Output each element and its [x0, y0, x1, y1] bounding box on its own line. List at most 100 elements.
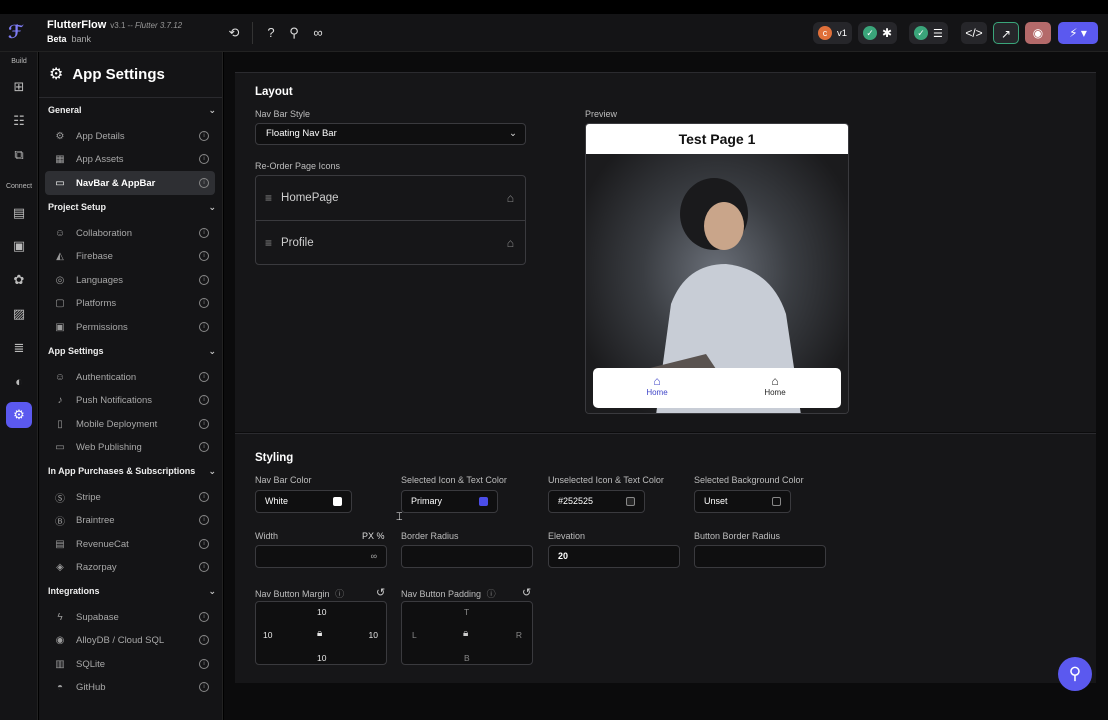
info-icon[interactable]: i	[199, 442, 209, 452]
preview-nav-home-selected[interactable]: ⌂ Home	[627, 374, 687, 397]
preview-nav-home[interactable]: ⌂ Home	[745, 374, 805, 397]
reorder-item-profile[interactable]: ≡ Profile ⌂	[256, 220, 525, 264]
media-assets-icon[interactable]: ▨	[9, 304, 29, 324]
info-icon[interactable]: i	[199, 298, 209, 308]
info-icon[interactable]: i	[199, 612, 209, 622]
reset-icon[interactable]: ↺	[376, 586, 385, 599]
info-icon[interactable]: i	[199, 682, 209, 692]
section-integrations[interactable]: Integrations ⌄	[48, 586, 216, 597]
nav-button-padding-box[interactable]: T L 🔒︎ R B	[401, 601, 533, 665]
drag-handle-icon[interactable]: ≡	[265, 236, 272, 250]
elevation-input[interactable]: 20	[548, 545, 680, 568]
info-icon[interactable]: i	[199, 419, 209, 429]
code-icon[interactable]: </>	[961, 22, 987, 44]
api-calls-icon[interactable]: ▣	[9, 236, 29, 256]
sidebar-item-web-publishing[interactable]: ▭ Web Publishing i	[45, 435, 215, 459]
project-name[interactable]: bank	[72, 34, 92, 44]
info-icon[interactable]: i	[199, 372, 209, 382]
info-icon[interactable]: i	[199, 178, 209, 188]
version-history-icon[interactable]: ⟲	[225, 24, 243, 42]
info-icon[interactable]: i	[199, 562, 209, 572]
width-input[interactable]: ∞	[255, 545, 387, 568]
run-dropdown-button[interactable]: ⚡ ▾	[1058, 22, 1098, 44]
selected-bg-color-picker[interactable]: Unset	[694, 490, 791, 513]
info-icon[interactable]: i	[199, 515, 209, 525]
nav-bar-color-picker[interactable]: White	[255, 490, 352, 513]
unselected-icon-color-picker[interactable]: #252525	[548, 490, 645, 513]
integrations-icon[interactable]: ✿	[9, 270, 29, 290]
info-icon[interactable]: i	[199, 659, 209, 669]
sidebar-item-app-assets[interactable]: ▦ App Assets i	[45, 147, 215, 171]
margin-right[interactable]: 10	[369, 630, 378, 640]
sidebar-item-app-details[interactable]: ⚙ App Details i	[45, 124, 215, 148]
sidebar-item-sqlite[interactable]: ▥ SQLite i	[45, 652, 215, 676]
nav-button-margin-box[interactable]: 10 10 🔒︎ 10 10	[255, 601, 387, 665]
storyboard-icon[interactable]: ⧉	[9, 145, 29, 165]
info-icon[interactable]: i	[199, 251, 209, 261]
custom-code-icon[interactable]: ≣	[9, 338, 29, 358]
add-page-icon[interactable]: ⊞	[9, 77, 29, 97]
info-icon[interactable]: ⓘ	[335, 589, 344, 599]
info-icon[interactable]: i	[199, 228, 209, 238]
sidebar-item-braintree[interactable]: Ⓑ Braintree i	[45, 508, 215, 532]
preview-eye-icon[interactable]: ◉	[1025, 22, 1051, 44]
sidebar-item-firebase[interactable]: ◭ Firebase i	[45, 244, 215, 268]
sidebar-item-collaboration[interactable]: ☺ Collaboration i	[45, 221, 215, 245]
padding-left[interactable]: L	[412, 630, 417, 640]
info-icon[interactable]: i	[199, 492, 209, 502]
sidebar-item-github[interactable]: ◓ GitHub i	[45, 675, 215, 699]
sidebar-item-mobile-deployment[interactable]: ▯ Mobile Deployment i	[45, 412, 215, 436]
sidebar-item-stripe[interactable]: Ⓢ Stripe i	[45, 485, 215, 509]
width-unit-toggle[interactable]: PX %	[362, 531, 385, 541]
sidebar-item-authentication[interactable]: ☺ Authentication i	[45, 365, 215, 389]
padding-top[interactable]: T	[464, 607, 469, 617]
search-icon[interactable]: ⚲	[285, 24, 303, 42]
info-icon[interactable]: i	[199, 322, 209, 332]
info-icon[interactable]: i	[199, 539, 209, 549]
selected-icon-color-picker[interactable]: Primary	[401, 490, 498, 513]
padding-right[interactable]: R	[516, 630, 522, 640]
info-icon[interactable]: i	[199, 395, 209, 405]
info-icon[interactable]: i	[199, 275, 209, 285]
section-general[interactable]: General ⌄	[48, 105, 216, 116]
lock-icon[interactable]: 🔒︎	[317, 628, 322, 639]
firestore-icon[interactable]: ▤	[9, 203, 29, 223]
section-in-app-purchases[interactable]: In App Purchases & Subscriptions ⌄	[48, 466, 216, 477]
info-icon[interactable]: i	[199, 635, 209, 645]
sidebar-item-push-notifications[interactable]: ♪ Push Notifications i	[45, 388, 215, 412]
debug-pill[interactable]: ✓ ✱	[858, 22, 898, 44]
version-pill[interactable]: c v1	[813, 22, 853, 44]
section-project-setup[interactable]: Project Setup ⌄	[48, 202, 216, 213]
sidebar-item-revenuecat[interactable]: ▤ RevenueCat i	[45, 532, 215, 556]
nav-bar-style-select[interactable]: Floating Nav Bar ⌄	[255, 123, 526, 145]
info-icon[interactable]: i	[199, 154, 209, 164]
settings-gear-icon[interactable]: ⚙	[6, 402, 32, 428]
theme-icon[interactable]: ◐	[9, 372, 29, 392]
sidebar-item-platforms[interactable]: ▢ Platforms i	[45, 291, 215, 315]
button-border-radius-input[interactable]	[694, 545, 826, 568]
sidebar-item-navbar-appbar[interactable]: ▭ NavBar & AppBar i	[45, 171, 215, 195]
info-icon[interactable]: i	[199, 131, 209, 141]
reset-icon[interactable]: ↺	[522, 586, 531, 599]
margin-left[interactable]: 10	[263, 630, 272, 640]
sidebar-item-razorpay[interactable]: ◈ Razorpay i	[45, 555, 215, 579]
margin-top[interactable]: 10	[317, 607, 326, 617]
flutterflow-logo-icon[interactable]: ℱ	[8, 22, 30, 44]
comments-pill[interactable]: ✓ ☰	[909, 22, 948, 44]
link-icon[interactable]: ∞	[309, 24, 327, 42]
reorder-item-homepage[interactable]: ≡ HomePage ⌂	[256, 176, 525, 220]
sidebar-item-alloydb[interactable]: ◉ AlloyDB / Cloud SQL i	[45, 628, 215, 652]
border-radius-input[interactable]	[401, 545, 533, 568]
margin-bottom[interactable]: 10	[317, 653, 326, 663]
lock-icon[interactable]: 🔒︎	[463, 628, 468, 639]
open-external-icon[interactable]: ↗	[993, 22, 1019, 44]
sidebar-item-supabase[interactable]: ϟ Supabase i	[45, 605, 215, 629]
sidebar-item-permissions[interactable]: ▣ Permissions i	[45, 315, 215, 339]
help-icon[interactable]: ?	[262, 24, 280, 42]
info-icon[interactable]: ⓘ	[487, 589, 496, 599]
section-app-settings[interactable]: App Settings ⌄	[48, 346, 216, 357]
widget-tree-icon[interactable]: ☷	[9, 111, 29, 131]
padding-bottom[interactable]: B	[464, 653, 470, 663]
sidebar-item-languages[interactable]: ◎ Languages i	[45, 268, 215, 292]
search-fab-icon[interactable]: ⚲	[1058, 657, 1092, 691]
